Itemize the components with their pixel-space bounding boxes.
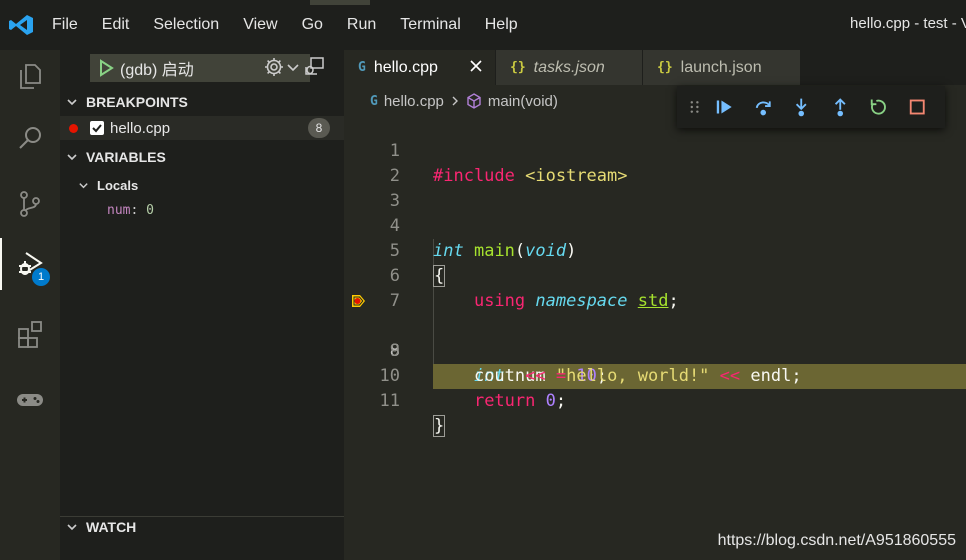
code-line[interactable]: 2	[344, 139, 966, 186]
gear-icon[interactable]	[263, 56, 285, 78]
tab-tasks-json[interactable]: {} tasks.json	[496, 50, 642, 85]
variables-header[interactable]: VARIABLES	[60, 145, 344, 169]
breakpoints-header[interactable]: BREAKPOINTS	[60, 90, 344, 114]
start-debugging-icon[interactable]	[96, 58, 116, 78]
code-line[interactable]: 3	[344, 164, 966, 211]
token-brace: }	[433, 415, 446, 437]
debug-sidebar: (gdb) 启动 BREAKPOINTS hello.cpp 8 VARIABL…	[60, 50, 344, 560]
chevron-down-icon	[67, 524, 77, 531]
token-semicolon: ;	[555, 391, 567, 411]
menu-terminal[interactable]: Terminal	[388, 16, 472, 34]
tab-label: hello.cpp	[373, 58, 438, 76]
breakpoint-checkbox[interactable]	[90, 121, 104, 135]
line-text: return 0;	[433, 389, 966, 414]
line-number: 11	[379, 391, 400, 411]
symbol-method-icon	[467, 93, 481, 109]
chevron-down-icon	[67, 99, 77, 106]
json-file-icon: {}	[510, 60, 526, 75]
variable-value: 0	[146, 203, 154, 218]
menu-selection[interactable]: Selection	[141, 16, 231, 34]
watermark: https://blog.csdn.net/A951860555	[717, 532, 956, 549]
activity-extensions[interactable]	[0, 308, 60, 360]
tab-launch-json[interactable]: {} launch.json	[643, 50, 800, 85]
variable-row[interactable]: num: 0	[107, 203, 154, 218]
tab-hello-cpp[interactable]: G hello.cpp	[344, 50, 495, 85]
drag-handle-icon[interactable]	[689, 99, 700, 115]
launch-config-label: (gdb) 启动	[120, 62, 194, 79]
breadcrumb-file[interactable]: hello.cpp	[384, 93, 444, 110]
chevron-down-icon	[67, 154, 77, 161]
code-line[interactable]: 11 }	[344, 364, 966, 437]
debug-console-icon[interactable]	[303, 55, 325, 77]
watch-title: WATCH	[86, 519, 137, 535]
variables-title: VARIABLES	[86, 149, 166, 165]
activity-search[interactable]	[0, 112, 60, 164]
debug-stackframe-icon	[352, 295, 365, 307]
variable-name: num	[107, 203, 131, 218]
code-line[interactable]: 4 int main(void)	[344, 189, 966, 261]
editor-tabs: G hello.cpp {} tasks.json {} launch.json	[344, 50, 966, 85]
breakpoint-item[interactable]: hello.cpp 8	[60, 116, 344, 140]
chevron-down-icon	[79, 182, 88, 188]
chevron-down-icon	[287, 64, 299, 72]
menu-edit[interactable]: Edit	[90, 16, 142, 34]
tab-label: tasks.json	[533, 58, 605, 76]
breadcrumb-symbol[interactable]: main(void)	[488, 93, 558, 110]
chevron-right-icon	[452, 96, 458, 106]
token-number: 0	[545, 391, 556, 411]
checkmark-icon	[92, 124, 102, 133]
code-line[interactable]: 5 {	[344, 214, 966, 287]
watch-header[interactable]: WATCH	[60, 515, 344, 539]
debug-header: (gdb) 启动	[60, 50, 344, 88]
cpp-file-icon: G	[370, 93, 378, 109]
code-line[interactable]: 7	[344, 264, 966, 311]
code-line[interactable]: 6 using namespace std;	[344, 239, 966, 311]
breakpoint-dot-icon	[69, 123, 78, 133]
activity-source-control[interactable]	[0, 178, 60, 230]
menu-file[interactable]: File	[40, 16, 90, 34]
code-line[interactable]: 1 #include <iostream>	[344, 114, 966, 186]
debug-badge: 1	[32, 268, 50, 286]
vscode-logo-icon	[9, 15, 33, 35]
breakpoint-file: hello.cpp	[110, 119, 171, 137]
activity-run-debug[interactable]: 1	[0, 238, 60, 290]
code-editor[interactable]: 1 #include <iostream> 2 3 4 int main(voi…	[344, 114, 966, 437]
code-line[interactable]: 9 cout << "hello, world!" << endl;	[344, 314, 966, 386]
close-icon[interactable]	[469, 59, 483, 73]
variable-separator: :	[130, 203, 147, 218]
extensions-icon	[18, 321, 42, 348]
locals-scope[interactable]: Locals	[60, 174, 344, 196]
explorer-icon	[20, 64, 41, 89]
token-keyword: return	[473, 391, 536, 411]
window-title: hello.cpp - test - Vi	[850, 15, 966, 32]
json-file-icon: {}	[657, 60, 673, 75]
current-execution-line[interactable]: 8 int num = 10;	[344, 289, 966, 389]
title-bar: File Edit Selection View Go Run Terminal…	[0, 0, 966, 50]
activity-bar: 1	[0, 50, 60, 560]
breadcrumb: G hello.cpp main(void)	[370, 90, 558, 112]
menu-go[interactable]: Go	[290, 16, 335, 34]
tab-label: launch.json	[680, 58, 762, 76]
menu-view[interactable]: View	[231, 16, 289, 34]
activity-gamepad[interactable]	[0, 374, 60, 426]
activity-explorer[interactable]	[0, 50, 60, 102]
breakpoints-title: BREAKPOINTS	[86, 94, 188, 110]
source-control-icon	[20, 191, 40, 217]
code-line[interactable]: 10 return 0;	[344, 339, 966, 411]
menu-bar: File Edit Selection View Go Run Terminal…	[40, 0, 530, 50]
menu-run[interactable]: Run	[335, 16, 388, 34]
menu-help[interactable]: Help	[473, 16, 530, 34]
line-text: }	[433, 414, 966, 439]
search-icon	[19, 127, 41, 149]
locals-label: Locals	[97, 177, 139, 193]
gamepad-icon	[17, 394, 43, 406]
breakpoint-line-badge: 8	[308, 118, 330, 138]
cpp-file-icon: G	[358, 60, 366, 75]
